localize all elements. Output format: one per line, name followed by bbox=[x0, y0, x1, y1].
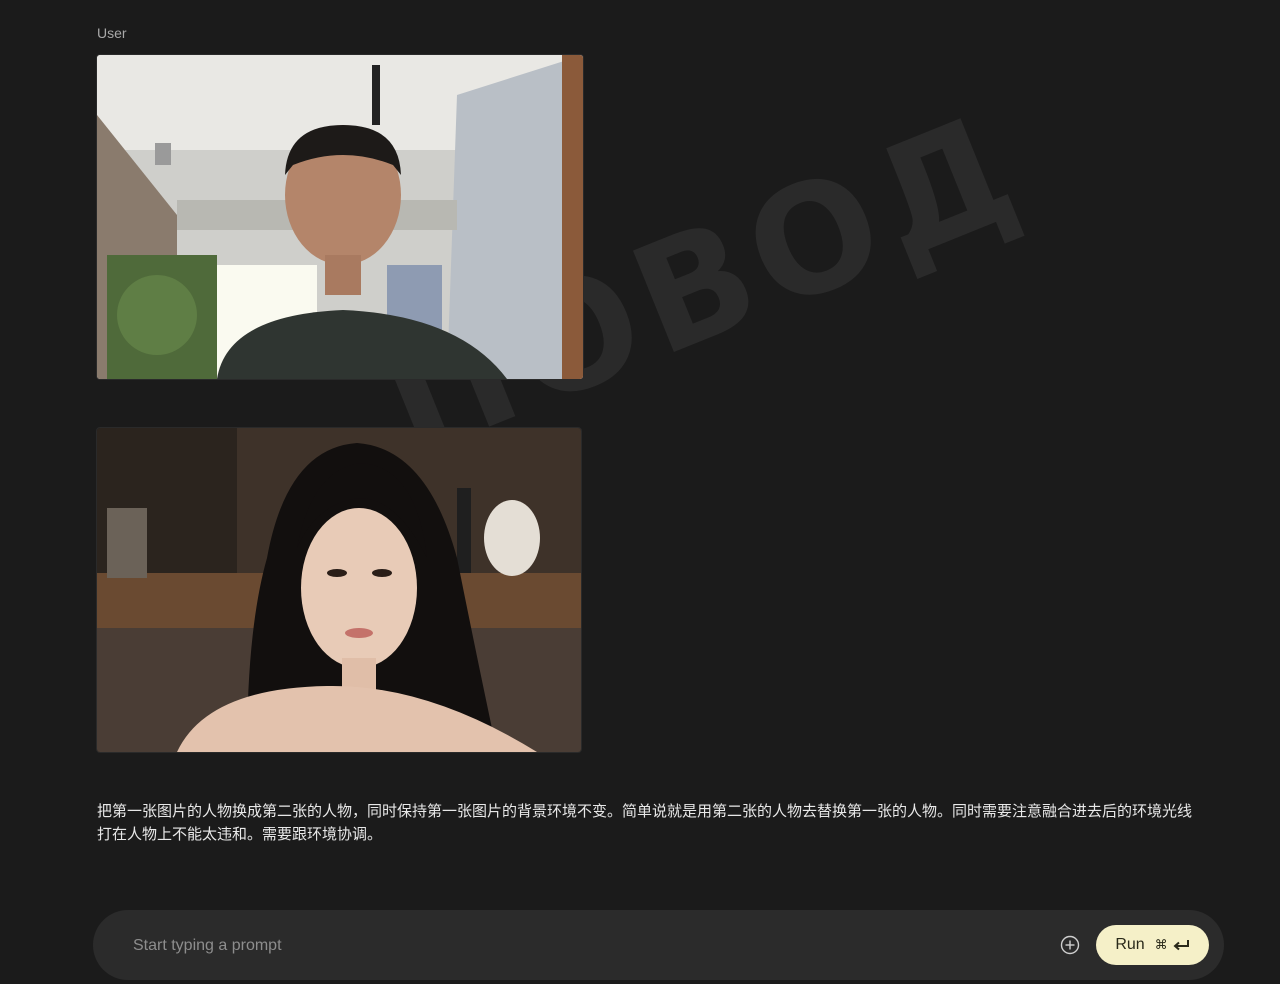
command-key-icon: ⌘ bbox=[1154, 937, 1168, 952]
run-shortcut: ⌘ bbox=[1155, 937, 1190, 953]
enter-icon bbox=[1173, 940, 1189, 951]
uploaded-image-man-room[interactable] bbox=[97, 55, 583, 379]
add-attachment-button[interactable] bbox=[1060, 935, 1080, 955]
user-role-label: User bbox=[97, 25, 127, 41]
uploaded-image-woman[interactable] bbox=[97, 428, 581, 752]
plus-circle-icon bbox=[1060, 935, 1080, 955]
user-prompt-message: 把第一张图片的人物换成第二张的人物，同时保持第一张图片的背景环境不变。简单说就是… bbox=[97, 802, 1193, 843]
run-button-label: Run bbox=[1115, 936, 1145, 953]
run-button[interactable]: Run ⌘ bbox=[1096, 925, 1209, 965]
prompt-input[interactable] bbox=[131, 930, 1035, 962]
prompt-composer: Run ⌘ bbox=[93, 910, 1224, 980]
